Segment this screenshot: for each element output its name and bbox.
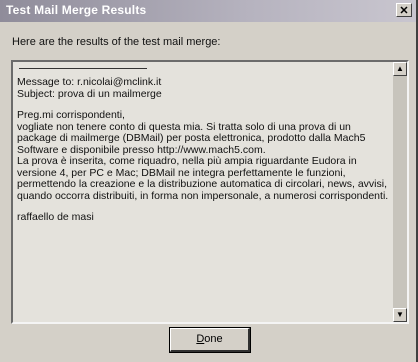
vertical-scrollbar[interactable]: ▲ ▼ <box>393 62 407 322</box>
results-textbox[interactable]: Message to: r.nicolai@mclink.it Subject:… <box>11 60 409 324</box>
done-label: one <box>204 333 223 345</box>
done-button[interactable]: Done <box>169 327 251 353</box>
separator-line <box>19 68 147 69</box>
mail-merge-results-dialog: Test Mail Merge Results ✕ Here are the r… <box>0 0 418 362</box>
signature: raffaello de masi <box>17 211 94 223</box>
title-bar[interactable]: Test Mail Merge Results ✕ <box>0 0 416 22</box>
arrow-up-icon: ▲ <box>396 64 404 73</box>
intro-label: Here are the results of the test mail me… <box>12 36 221 48</box>
body-paragraph: Preg.mi corrispondenti, vogliate non ten… <box>17 109 389 202</box>
close-icon: ✕ <box>399 5 409 17</box>
subject-line: Subject: prova di un mailmerge <box>17 87 162 100</box>
scroll-up-button[interactable]: ▲ <box>393 62 407 76</box>
message-content: Message to: r.nicolai@mclink.it Subject:… <box>17 68 389 234</box>
close-button[interactable]: ✕ <box>396 3 412 17</box>
scroll-down-button[interactable]: ▼ <box>393 308 407 322</box>
arrow-down-icon: ▼ <box>396 310 404 319</box>
window-title: Test Mail Merge Results <box>6 3 147 17</box>
to-line: Message to: r.nicolai@mclink.it <box>17 76 162 88</box>
message-header: Message to: r.nicolai@mclink.it Subject:… <box>17 76 389 100</box>
